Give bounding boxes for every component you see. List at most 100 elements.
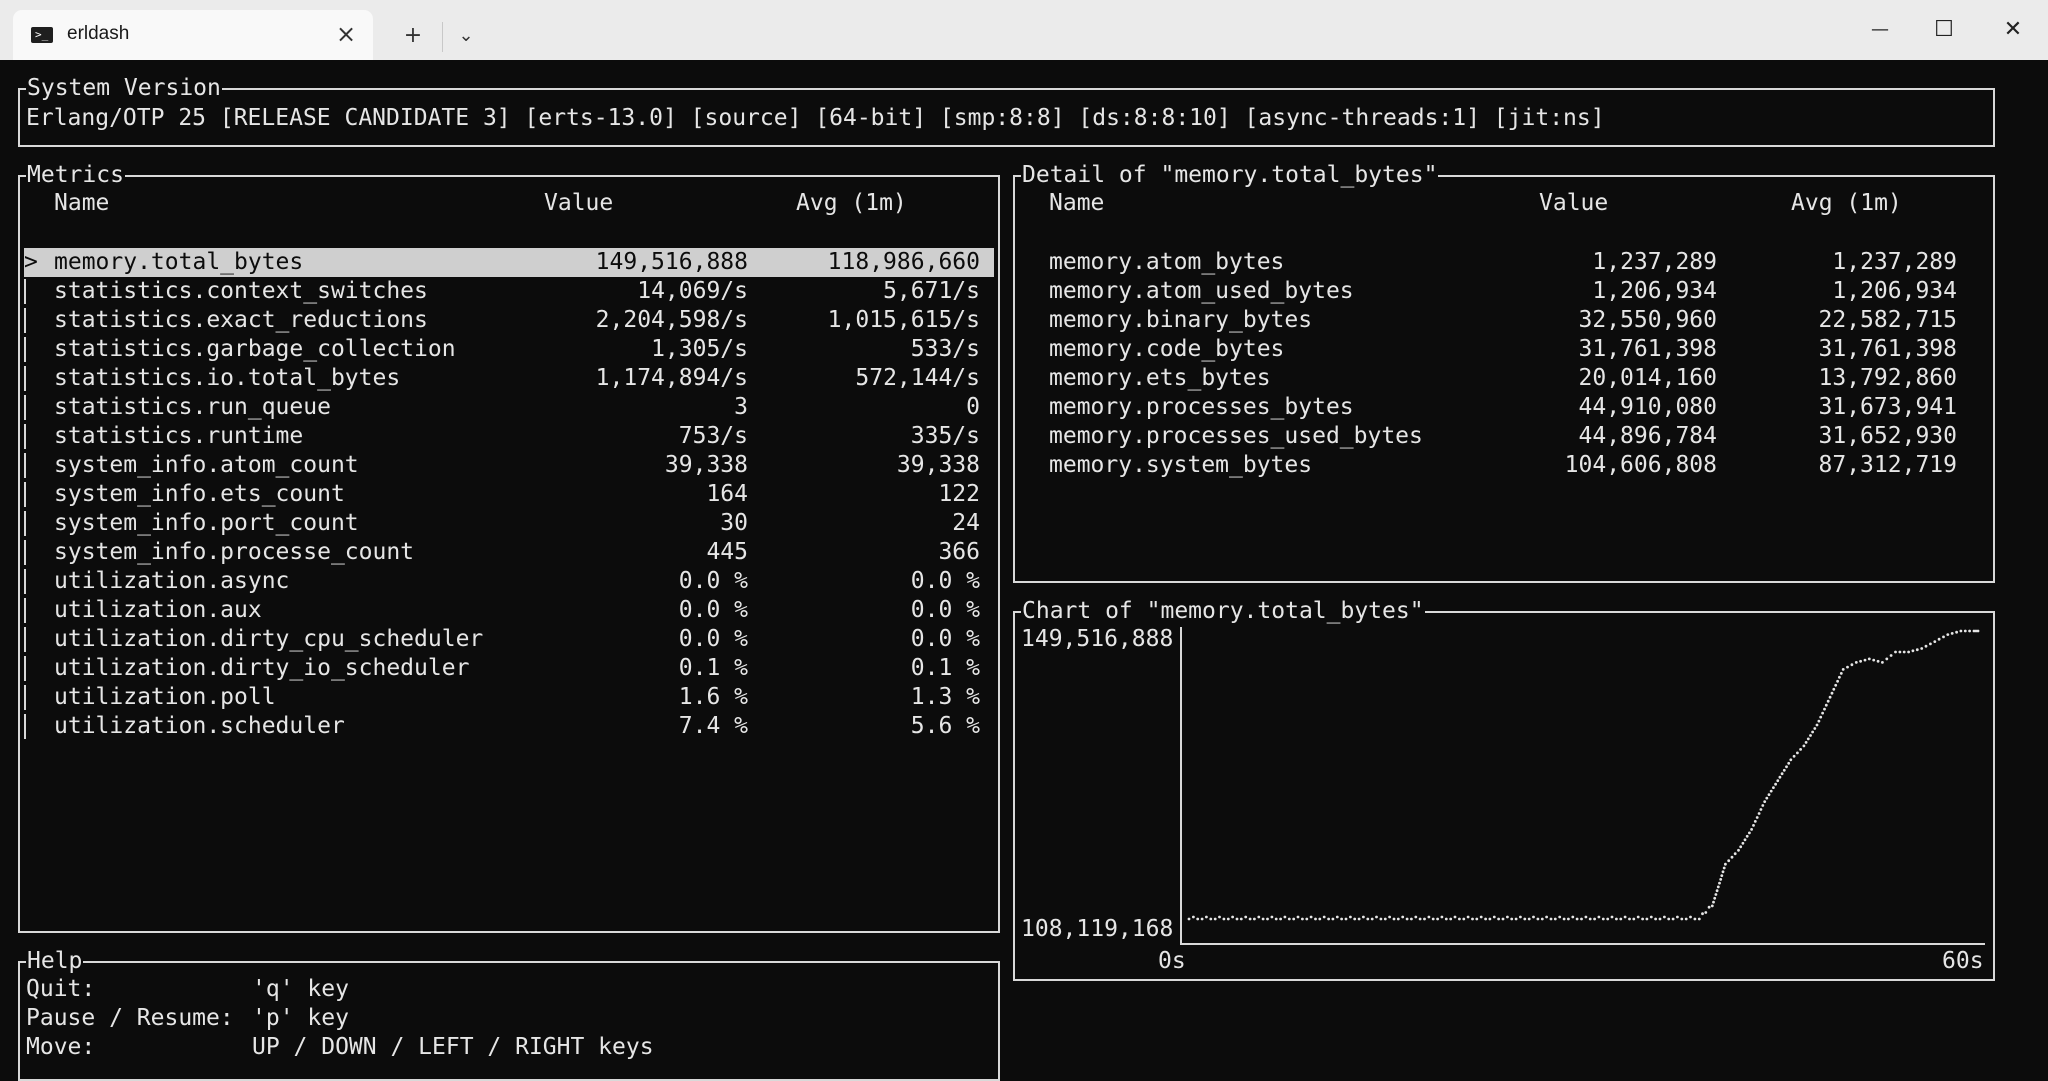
chart-point (1353, 917, 1357, 921)
row-border (24, 395, 26, 420)
detail-avg: 31,652,930 (1818, 423, 1957, 449)
chart-point (1834, 683, 1838, 687)
maximize-icon[interactable]: ☐ (1911, 10, 1977, 50)
metric-value: 445 (706, 539, 748, 565)
terminal-area[interactable]: System Version Erlang/OTP 25 [RELEASE CA… (0, 60, 2048, 1081)
chart-point (1196, 917, 1200, 921)
detail-name: memory.atom_used_bytes (1049, 278, 1354, 304)
chart-point (1867, 657, 1871, 661)
chart-point (1558, 915, 1562, 919)
chart-point (1772, 786, 1775, 789)
chart-point (1601, 917, 1605, 921)
chart-point (1383, 917, 1387, 921)
chart-point (1488, 917, 1492, 921)
chart-point (1335, 915, 1339, 919)
detail-header-avg: Avg (1m) (1791, 190, 1902, 216)
chart-point (1540, 917, 1544, 921)
metric-name: system_info.atom_count (54, 452, 359, 478)
chart-point (1192, 915, 1195, 919)
row-border (24, 540, 26, 565)
chart-point (1693, 917, 1697, 921)
x-tick-end: 60s (1942, 948, 1984, 974)
chart-point (1929, 642, 1932, 646)
metric-avg: 572,144/s (855, 365, 980, 391)
chart-point (1817, 719, 1821, 723)
chart-point (1894, 650, 1897, 654)
chart-point (1401, 915, 1405, 919)
chart-point (1619, 917, 1623, 921)
chart-point (1976, 629, 1980, 633)
chart-point (1248, 917, 1252, 921)
row-border (24, 511, 26, 536)
chart-point (1466, 915, 1470, 919)
minimize-icon[interactable]: — (1847, 10, 1913, 50)
chart-point (1654, 917, 1657, 921)
chart-point (1819, 715, 1823, 719)
chart-point (1710, 904, 1714, 908)
chart-point (1261, 917, 1265, 921)
chart-point (1597, 915, 1601, 919)
chart-point (1778, 775, 1782, 779)
chart-point (1318, 917, 1322, 921)
chart-point (1322, 915, 1326, 919)
chart-point (1584, 915, 1588, 919)
row-border (24, 279, 26, 304)
chart-point (1780, 772, 1784, 776)
metric-avg: 118,986,660 (827, 249, 980, 275)
chart-point (1813, 727, 1817, 730)
tab-close-icon[interactable]: × (333, 22, 359, 48)
chevron-down-icon[interactable]: ⌄ (452, 18, 480, 54)
chart-point (1523, 917, 1527, 921)
chart-point (1889, 654, 1893, 657)
metric-avg: 0 (966, 394, 980, 420)
window-titlebar: >_ erldash × + ⌄ — ☐ ✕ (0, 0, 2048, 60)
help-keys: 'q' key (252, 976, 349, 1002)
metric-value: 0.0 % (678, 568, 748, 594)
chart-point (1283, 915, 1287, 919)
metric-avg: 533/s (910, 336, 980, 362)
help-keys: 'p' key (252, 1005, 349, 1031)
detail-value: 1,206,934 (1592, 278, 1717, 304)
close-icon[interactable]: ✕ (1980, 10, 2046, 50)
row-border (24, 598, 26, 623)
chart-point (1623, 915, 1627, 919)
metric-name: utilization.dirty_io_scheduler (54, 655, 470, 681)
chart-point (1704, 911, 1708, 914)
chart-point (1532, 915, 1535, 919)
metrics-header-name: Name (54, 190, 110, 216)
chart-point (1545, 915, 1548, 919)
metric-value: 1.6 % (678, 684, 748, 710)
chart-point (1689, 915, 1692, 919)
tab-erldash[interactable]: >_ erldash × (13, 10, 373, 60)
chart-point (1767, 793, 1771, 796)
chart-point (1727, 859, 1731, 863)
metric-name: statistics.run_queue (54, 394, 331, 420)
chart-point (1449, 917, 1453, 921)
row-border (24, 656, 26, 681)
detail-header-name: Name (1049, 190, 1105, 216)
chart-point (1253, 917, 1256, 921)
detail-header-value: Value (1539, 190, 1609, 216)
chart-point (1270, 915, 1274, 919)
chart-point (1222, 917, 1226, 921)
chart-point (1859, 659, 1862, 663)
system-version-panel: System Version Erlang/OTP 25 [RELEASE CA… (18, 74, 1995, 147)
chart-point (1606, 917, 1610, 921)
chart-point (1769, 789, 1773, 793)
metric-value: 164 (706, 481, 748, 507)
chart-point (1718, 881, 1721, 885)
detail-avg: 31,673,941 (1818, 394, 1957, 420)
metric-name: utilization.dirty_cpu_scheduler (54, 626, 484, 652)
metrics-header-avg: Avg (1m) (796, 190, 907, 216)
system-version-text: Erlang/OTP 25 [RELEASE CANDIDATE 3] [ert… (26, 105, 1605, 131)
new-tab-icon[interactable]: + (398, 18, 428, 54)
row-border (24, 569, 26, 594)
chart-point (1292, 917, 1296, 921)
chart-point (1506, 915, 1509, 919)
chart-point (1963, 629, 1967, 633)
metric-name: system_info.processe_count (54, 539, 415, 565)
chart-point (1881, 661, 1884, 664)
chart-point (1200, 917, 1204, 921)
chart-point (1836, 679, 1839, 683)
detail-name: memory.atom_bytes (1049, 249, 1285, 275)
